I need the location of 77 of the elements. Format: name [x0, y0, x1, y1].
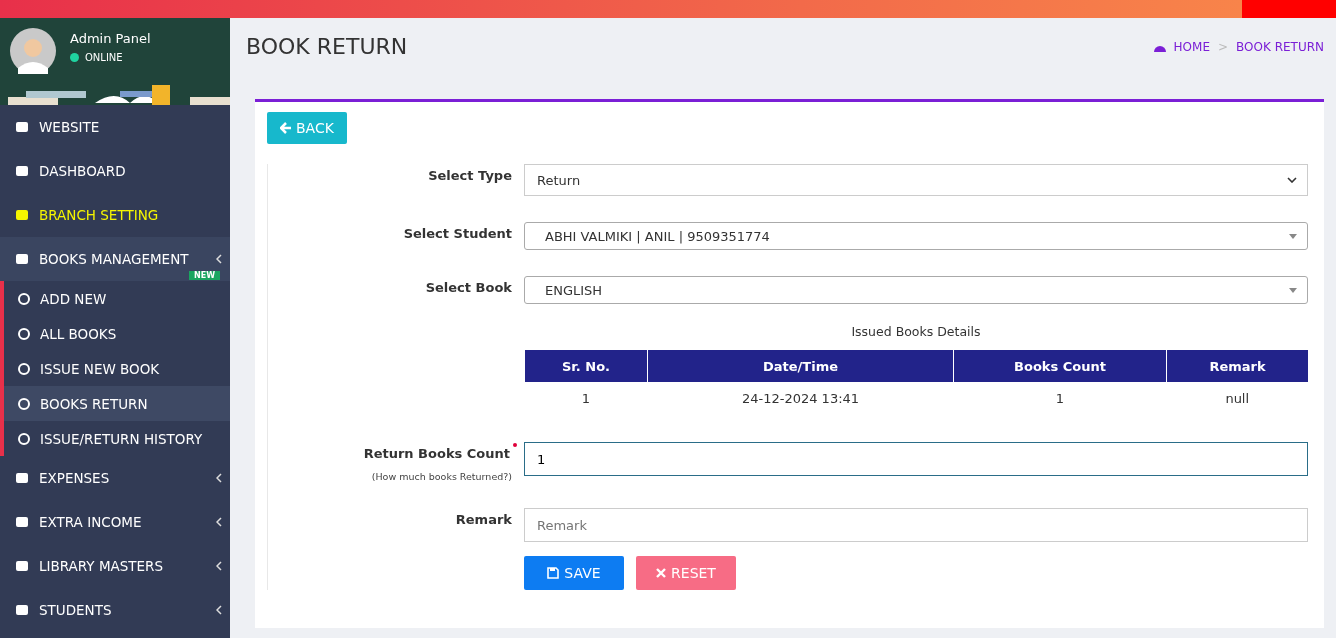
select-field[interactable]: ABHI VALMIKI | ANIL | 9509351774	[524, 222, 1308, 250]
menu-icon	[15, 515, 29, 529]
menu-label: BRANCH SETTING	[39, 207, 160, 223]
close-icon	[656, 568, 667, 578]
column-header: Remark	[1166, 350, 1308, 382]
menu-item[interactable]: WEBSITE	[0, 105, 230, 149]
menu-icon	[15, 208, 29, 222]
column-header: Date/Time	[647, 350, 954, 382]
menu-icon	[15, 252, 29, 266]
chevron-down-icon	[1287, 177, 1297, 183]
field-label: Return Books Count	[363, 446, 510, 461]
menu-item[interactable]: EXTRA INCOME	[0, 500, 230, 544]
submenu-item[interactable]: ISSUE NEW BOOK	[4, 351, 230, 386]
menu-item[interactable]: BRANCH SETTING	[0, 193, 230, 237]
menu-label: WEBSITE	[39, 119, 101, 135]
menu-label: STUDENTS	[39, 602, 113, 618]
menu-label: BOOKS MANAGEMENT	[39, 251, 190, 267]
breadcrumb-separator: >	[1218, 39, 1229, 54]
breadcrumb-link[interactable]: HOME	[1173, 39, 1210, 54]
select-field[interactable]: Return	[524, 164, 1308, 196]
field-label: Select Book	[424, 279, 513, 295]
table-cell: null	[1166, 382, 1308, 414]
page-title: BOOK RETURN	[246, 34, 408, 59]
menu-item[interactable]: EXPENSES	[0, 456, 230, 500]
field-hint: (How much books Returned?)	[371, 471, 512, 482]
menu-icon	[15, 559, 29, 573]
submenu-label: BOOKS RETURN	[40, 395, 148, 412]
submenu-item[interactable]: ISSUE/RETURN HISTORY	[4, 421, 230, 456]
input-field[interactable]: Remark	[524, 508, 1308, 542]
submenu-label: ALL BOOKS	[40, 325, 117, 342]
submenu-item[interactable]: ALL BOOKS	[4, 316, 230, 351]
submenu-item[interactable]: ADD NEW	[4, 281, 230, 316]
submenu-label: ISSUE/RETURN HISTORY	[40, 430, 203, 447]
menu-label: DASHBOARD	[39, 163, 127, 179]
field-label: Remark	[454, 511, 513, 527]
circle-icon	[18, 397, 30, 410]
menu-label: EXTRA INCOME	[39, 514, 143, 530]
menu-item[interactable]: LIBRARY MASTERS	[0, 544, 230, 588]
new-badge: NEW	[189, 271, 220, 280]
table-cell: 24-12-2024 13:41	[647, 382, 954, 414]
menu-icon	[15, 120, 29, 134]
menu-icon	[15, 164, 29, 178]
breadcrumb-link[interactable]: BOOK RETURN	[1236, 39, 1324, 54]
select-value: ABHI VALMIKI | ANIL | 9509351774	[545, 228, 770, 244]
arrow-left-icon	[280, 122, 292, 134]
table-cell: 1	[953, 382, 1167, 414]
submenu-label: ISSUE NEW BOOK	[40, 360, 160, 377]
select-value: ENGLISH	[545, 282, 603, 298]
select-value: Return	[537, 172, 581, 188]
menu-icon	[15, 471, 29, 485]
circle-icon	[18, 362, 30, 375]
caret-down-icon	[1289, 287, 1297, 293]
save-button[interactable]: SAVE	[524, 556, 624, 590]
menu-item[interactable]: DASHBOARD	[0, 149, 230, 193]
user-status: ONLINE	[85, 52, 123, 63]
submenu-label: ADD NEW	[40, 290, 107, 307]
input-field[interactable]: 1	[524, 442, 1308, 476]
circle-icon	[18, 432, 30, 445]
field-label: Select Type	[427, 167, 513, 183]
field-label: Select Student	[402, 225, 513, 241]
menu-item[interactable]: BOOKS MANAGEMENT NEW	[0, 237, 230, 281]
select-field[interactable]: ENGLISH	[524, 276, 1308, 304]
caret-down-icon	[1289, 233, 1297, 239]
column-header: Books Count	[953, 350, 1167, 382]
menu-icon	[15, 603, 29, 617]
table-cell: 1	[524, 382, 648, 414]
circle-icon	[18, 292, 30, 305]
table-caption: Issued Books Details	[850, 324, 982, 339]
column-header: Sr. No.	[524, 350, 648, 382]
menu-item[interactable]: STUDENTS	[0, 588, 230, 632]
avatar-icon	[10, 28, 56, 74]
online-dot-icon	[70, 53, 79, 62]
menu-label: EXPENSES	[39, 470, 111, 486]
circle-icon	[18, 327, 30, 340]
menu-label: LIBRARY MASTERS	[39, 558, 165, 574]
submenu-item[interactable]: BOOKS RETURN	[4, 386, 230, 421]
user-name: Admin Panel	[70, 31, 151, 46]
